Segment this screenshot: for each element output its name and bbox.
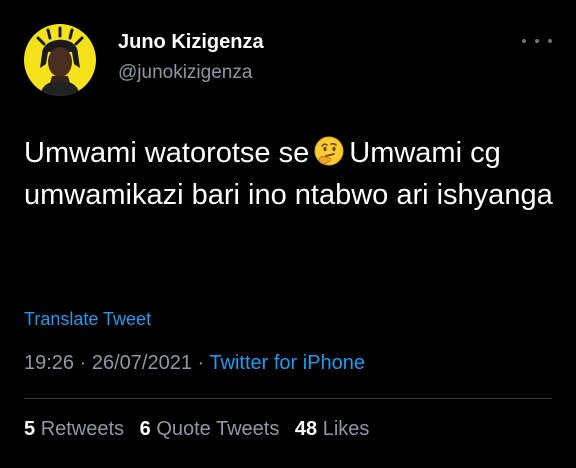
quotes-count: 6 xyxy=(139,418,151,440)
tweet-source-link[interactable]: Twitter for iPhone xyxy=(209,352,365,374)
retweets-stat[interactable]: 5 Retweets xyxy=(24,418,124,440)
tweet-text: Umwami watorotse se Umwami cg umwamikazi… xyxy=(24,132,554,216)
author-display-name[interactable]: Juno Kizigenza xyxy=(118,31,264,54)
author-handle[interactable]: @junokizigenza xyxy=(118,62,252,84)
avatar[interactable] xyxy=(24,24,96,96)
translate-tweet-link[interactable]: Translate Tweet xyxy=(24,309,151,330)
divider xyxy=(24,398,552,399)
likes-stat[interactable]: 48 Likes xyxy=(295,418,370,440)
more-options-icon[interactable] xyxy=(522,34,552,48)
tweet-text-part1: Umwami watorotse se xyxy=(24,137,310,169)
tweet-detail: Juno Kizigenza @junokizigenza Umwami wat… xyxy=(0,0,576,468)
retweets-count: 5 xyxy=(24,418,36,440)
tweet-stats: 5 Retweets 6 Quote Tweets 48 Likes xyxy=(24,418,379,441)
more-dot xyxy=(522,39,526,43)
tweet-time[interactable]: 19:26 xyxy=(24,352,74,374)
meta-separator: · xyxy=(197,352,205,374)
tweet-meta: 19:26 · 26/07/2021 · Twitter for iPhone xyxy=(24,352,365,375)
likes-count: 48 xyxy=(294,418,318,440)
retweets-label: Retweets xyxy=(40,418,125,440)
more-dot xyxy=(548,39,552,43)
quote-tweets-stat[interactable]: 6 Quote Tweets xyxy=(140,418,280,440)
profile-photo-icon xyxy=(24,24,96,96)
tweet-date[interactable]: 26/07/2021 xyxy=(92,352,192,374)
quotes-label: Quote Tweets xyxy=(156,418,280,440)
meta-separator: · xyxy=(79,352,87,374)
likes-label: Likes xyxy=(322,418,370,440)
more-dot xyxy=(535,39,539,43)
thinking-face-emoji-icon xyxy=(313,135,345,167)
